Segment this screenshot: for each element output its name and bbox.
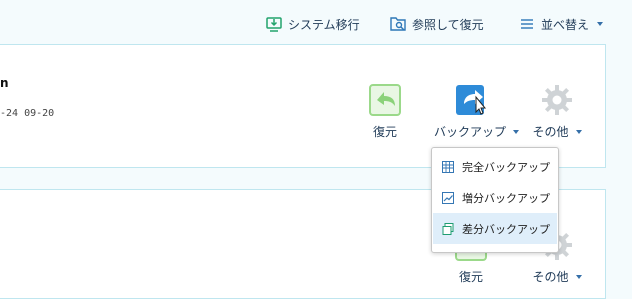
top-toolbar: システム移行 参照して復元 並べ替え	[0, 0, 632, 46]
restore-icon	[348, 81, 422, 119]
task-date: -24 09-20	[0, 108, 55, 119]
backup-label: バックアップ	[434, 123, 520, 140]
menu-item-differential-backup[interactable]: 差分バックアップ	[433, 213, 557, 244]
other-button[interactable]: その他	[520, 81, 594, 140]
migration-icon	[265, 15, 283, 33]
other-label: その他	[532, 268, 582, 285]
calendar-icon	[441, 160, 455, 174]
chevron-down-icon	[513, 129, 520, 134]
other-label: その他	[532, 123, 582, 140]
other-label-text: その他	[532, 125, 569, 139]
sort-label: 並べ替え	[541, 17, 590, 32]
chevron-down-icon	[575, 129, 582, 134]
menu-item-full-backup-label: 完全バックアップ	[462, 160, 550, 174]
sort-icon	[518, 15, 536, 33]
backup-icon	[434, 81, 508, 119]
copy-icon	[441, 222, 455, 236]
system-migration-button[interactable]: システム移行	[265, 12, 360, 36]
menu-item-incremental-backup-label: 増分バックアップ	[462, 191, 550, 205]
menu-item-incremental-backup[interactable]: 増分バックアップ	[432, 182, 558, 213]
browse-restore-button[interactable]: 参照して復元	[389, 12, 484, 36]
backup-type-menu: 完全バックアップ 増分バックアップ 差分バックアップ	[431, 147, 559, 253]
trend-chart-icon	[441, 191, 455, 205]
task-name: n	[0, 76, 9, 90]
browse-restore-icon	[389, 15, 407, 33]
menu-item-differential-backup-label: 差分バックアップ	[462, 222, 550, 236]
restore-label: 復元	[372, 125, 397, 139]
backup-button[interactable]: バックアップ	[434, 81, 520, 140]
chevron-down-icon	[575, 274, 582, 279]
backup-label-text: バックアップ	[434, 125, 507, 139]
menu-item-full-backup[interactable]: 完全バックアップ	[432, 151, 558, 182]
restore-button[interactable]: 復元	[348, 81, 422, 140]
chevron-down-icon	[597, 22, 604, 26]
browse-restore-label: 参照して復元	[412, 17, 484, 32]
sort-button[interactable]: 並べ替え	[518, 12, 604, 36]
gear-icon	[520, 81, 594, 119]
other-label-text: その他	[532, 270, 569, 284]
restore-label: 復元	[458, 270, 483, 284]
system-migration-label: システム移行	[288, 17, 360, 32]
